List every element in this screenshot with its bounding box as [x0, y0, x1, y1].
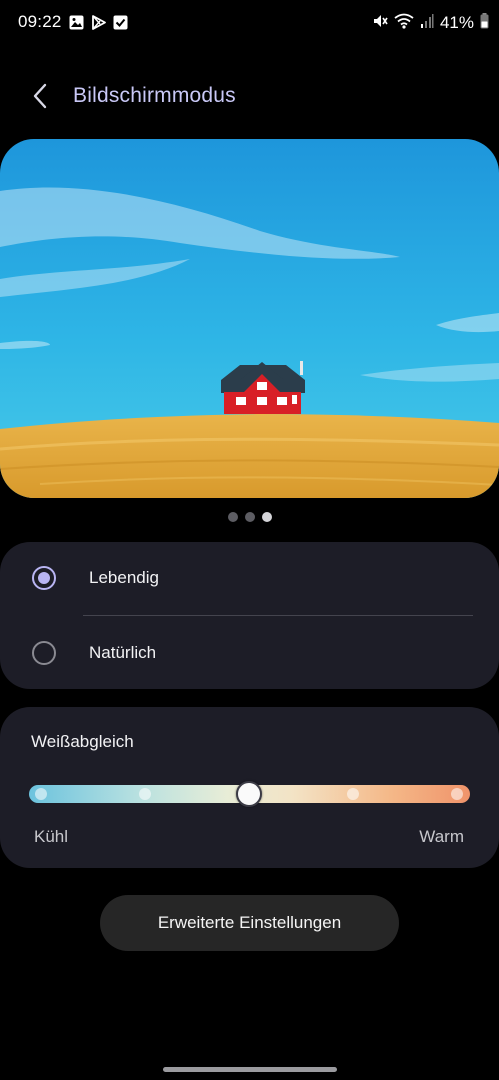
page-dot-1[interactable]	[227, 512, 238, 522]
pagination-dots	[0, 512, 499, 524]
option-label: Lebendig	[89, 568, 159, 587]
radio-unselected-icon[interactable]	[32, 641, 56, 665]
image-icon	[69, 15, 84, 30]
divider	[83, 615, 473, 616]
page-dot-2[interactable]	[244, 512, 255, 522]
back-button[interactable]	[22, 80, 58, 116]
white-balance-title: Weißabgleich	[31, 732, 134, 751]
play-store-icon	[91, 15, 106, 30]
option-label: Natürlich	[89, 643, 157, 662]
advanced-settings-button[interactable]: Erweiterte Einstellungen	[100, 895, 399, 951]
radio-selected-icon[interactable]	[32, 566, 56, 590]
status-time: 09:22	[18, 12, 62, 31]
preview-landscape	[0, 139, 499, 498]
slider-tick	[139, 788, 151, 800]
checkbox-icon	[113, 15, 128, 30]
chevron-left-icon	[32, 82, 48, 115]
page-dot-3[interactable]	[261, 512, 272, 522]
white-balance-slider[interactable]	[29, 781, 470, 807]
mute-icon	[372, 13, 388, 34]
slider-max-label: Warm	[419, 827, 464, 846]
screen-mode-card: Lebendig Natürlich	[0, 542, 499, 689]
status-right-group: 41%	[372, 10, 489, 36]
option-natuerlich[interactable]: Natürlich	[0, 617, 499, 689]
status-bar: 09:22 41%	[0, 0, 499, 46]
battery-percent: 41%	[439, 13, 474, 32]
signal-icon	[420, 13, 434, 34]
slider-tick	[451, 788, 463, 800]
preview-image[interactable]	[0, 139, 499, 498]
slider-thumb[interactable]	[236, 781, 262, 807]
battery-icon	[480, 12, 489, 34]
slider-tick	[35, 788, 47, 800]
slider-tick	[347, 788, 359, 800]
wifi-icon	[394, 13, 414, 34]
white-balance-card: Weißabgleich Kühl Warm	[0, 707, 499, 868]
page-title: Bildschirmmodus	[73, 84, 236, 107]
option-lebendig[interactable]: Lebendig	[0, 542, 499, 614]
slider-min-label: Kühl	[34, 827, 69, 846]
app-header: Bildschirmmodus	[0, 70, 499, 126]
home-indicator[interactable]	[163, 1067, 337, 1072]
